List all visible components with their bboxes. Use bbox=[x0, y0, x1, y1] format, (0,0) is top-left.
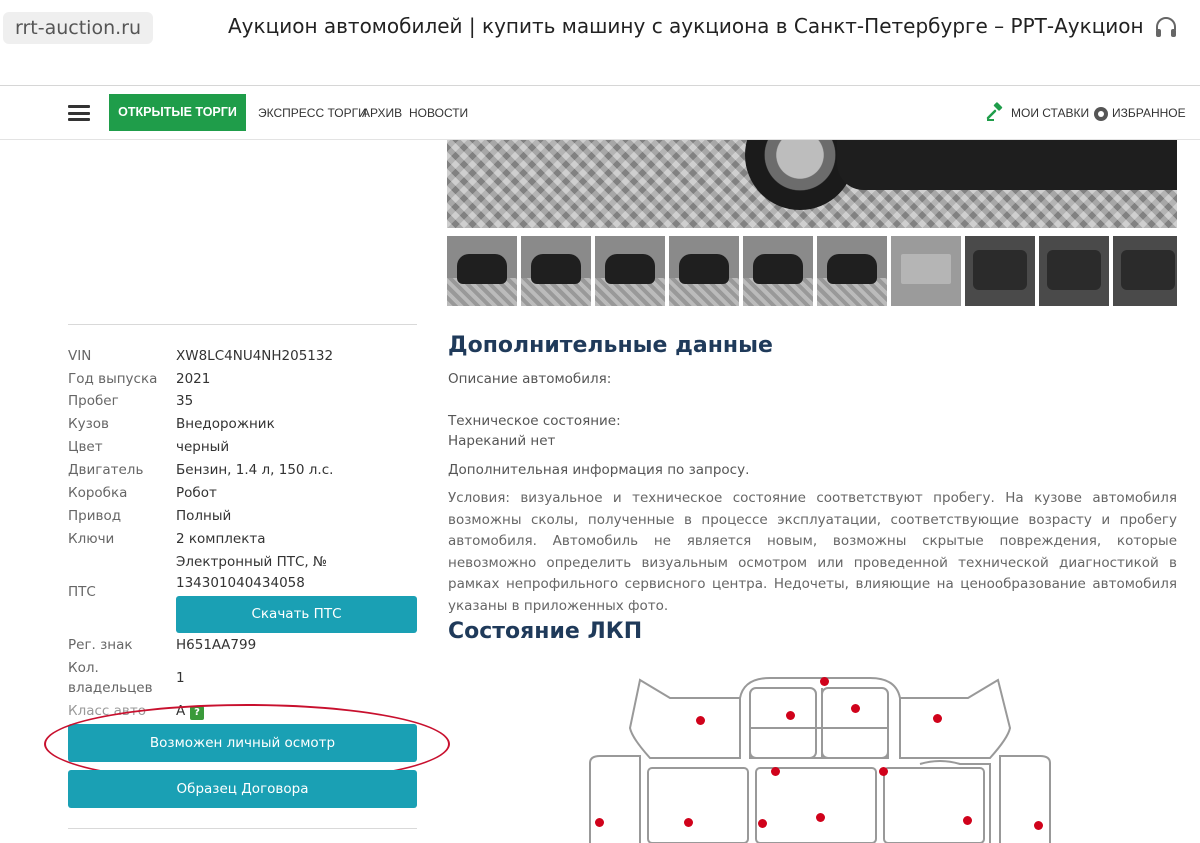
conditions-text: Условия: визуальное и техническое состоя… bbox=[448, 490, 1177, 614]
browser-bar: rrt-auction.ru Аукцион автомобилей | куп… bbox=[0, 0, 1200, 86]
hamburger-icon[interactable] bbox=[68, 105, 90, 121]
nav-express-auctions[interactable]: ЭКСПРЕСС ТОРГИ bbox=[258, 106, 367, 120]
owners-value: 1 bbox=[176, 670, 185, 686]
spec-value-year: 2021 bbox=[176, 371, 211, 387]
spec-value-drive: Полный bbox=[176, 508, 232, 524]
paint-diagram bbox=[560, 668, 1200, 843]
damage-dot[interactable] bbox=[684, 818, 693, 827]
tech-state-value: Нареканий нет bbox=[448, 433, 556, 449]
thumbnail[interactable] bbox=[595, 236, 665, 306]
thumbnail[interactable] bbox=[891, 236, 961, 306]
owners-label-line1: Кол. bbox=[68, 660, 99, 676]
thumbnail[interactable] bbox=[1113, 236, 1177, 306]
damage-dot[interactable] bbox=[851, 704, 860, 713]
damage-dot[interactable] bbox=[786, 711, 795, 720]
gavel-icon[interactable] bbox=[985, 102, 1005, 122]
thumbnail[interactable] bbox=[669, 236, 739, 306]
nav-archive[interactable]: АРХИВ bbox=[362, 106, 402, 120]
thumbnail[interactable] bbox=[447, 236, 517, 306]
spec-label-body: Кузов bbox=[68, 416, 109, 432]
thumbnail[interactable] bbox=[521, 236, 591, 306]
extra-data-heading: Дополнительные данные bbox=[448, 333, 773, 358]
url-bar[interactable]: rrt-auction.ru bbox=[3, 12, 154, 44]
site-nav: ОТКРЫТЫЕ ТОРГИ ЭКСПРЕСС ТОРГИ АРХИВ НОВО… bbox=[0, 86, 1200, 140]
spec-value-engine: Бензин, 1.4 л, 150 л.с. bbox=[176, 462, 334, 478]
contract-sample-button[interactable]: Образец Договора bbox=[68, 770, 417, 808]
damage-dot[interactable] bbox=[771, 767, 780, 776]
car-body bbox=[837, 140, 1177, 190]
damage-dot[interactable] bbox=[963, 816, 972, 825]
damage-dot[interactable] bbox=[1034, 821, 1043, 830]
spec-label-keys: Ключи bbox=[68, 531, 115, 547]
owners-label-line2: владельцев bbox=[68, 680, 153, 696]
page-title: Аукцион автомобилей | купить машину с ау… bbox=[228, 14, 1144, 38]
spec-label-year: Год выпуска bbox=[68, 371, 158, 387]
more-info-text: Дополнительная информация по запросу. bbox=[448, 462, 750, 478]
damage-dot[interactable] bbox=[879, 767, 888, 776]
divider bbox=[68, 828, 417, 829]
damage-dot[interactable] bbox=[696, 716, 705, 725]
damage-dot[interactable] bbox=[595, 818, 604, 827]
nav-my-bids[interactable]: МОИ СТАВКИ bbox=[1011, 106, 1089, 120]
spec-value-gearbox: Робот bbox=[176, 485, 217, 501]
nav-news[interactable]: НОВОСТИ bbox=[409, 106, 468, 120]
damage-dot[interactable] bbox=[816, 813, 825, 822]
spec-label-gearbox: Коробка bbox=[68, 485, 128, 501]
damage-dot[interactable] bbox=[758, 819, 767, 828]
pts-value-line2: 134301040434058 bbox=[176, 575, 305, 591]
spec-label-drive: Привод bbox=[68, 508, 122, 524]
pts-value-line1: Электронный ПТС, № bbox=[176, 554, 328, 570]
main-car-photo[interactable] bbox=[447, 140, 1177, 228]
download-pts-button[interactable]: Скачать ПТС bbox=[176, 596, 417, 633]
star-circle-icon[interactable] bbox=[1094, 107, 1108, 121]
spec-value-body: Внедорожник bbox=[176, 416, 275, 432]
headphones-icon[interactable] bbox=[1154, 16, 1178, 38]
paint-state-heading: Состояние ЛКП bbox=[448, 619, 643, 644]
car-outline-diagram bbox=[589, 677, 1051, 843]
nav-favorites[interactable]: ИЗБРАННОЕ bbox=[1112, 106, 1186, 120]
spec-label-color: Цвет bbox=[68, 439, 103, 455]
spec-value-keys: 2 комплекта bbox=[176, 531, 266, 547]
thumbnail[interactable] bbox=[743, 236, 813, 306]
thumbnail[interactable] bbox=[817, 236, 887, 306]
tech-state-label: Техническое состояние: bbox=[448, 413, 621, 429]
thumbnail[interactable] bbox=[1039, 236, 1109, 306]
damage-dot[interactable] bbox=[820, 677, 829, 686]
spec-label-vin: VIN bbox=[68, 348, 92, 364]
description-label: Описание автомобиля: bbox=[448, 371, 612, 387]
spec-value-color: черный bbox=[176, 439, 230, 455]
photo-thumbnails bbox=[447, 236, 1177, 306]
reg-value: Н651АА799 bbox=[176, 637, 257, 653]
spec-label-mileage: Пробег bbox=[68, 393, 119, 409]
spec-value-mileage: 35 bbox=[176, 393, 194, 409]
thumbnail[interactable] bbox=[965, 236, 1035, 306]
nav-open-auctions[interactable]: ОТКРЫТЫЕ ТОРГИ bbox=[109, 94, 246, 131]
reg-label: Рег. знак bbox=[68, 637, 133, 653]
divider bbox=[68, 324, 417, 325]
damage-dot[interactable] bbox=[933, 714, 942, 723]
pts-label: ПТС bbox=[68, 584, 96, 600]
spec-value-vin: XW8LC4NU4NH205132 bbox=[176, 348, 334, 364]
spec-label-engine: Двигатель bbox=[68, 462, 144, 478]
